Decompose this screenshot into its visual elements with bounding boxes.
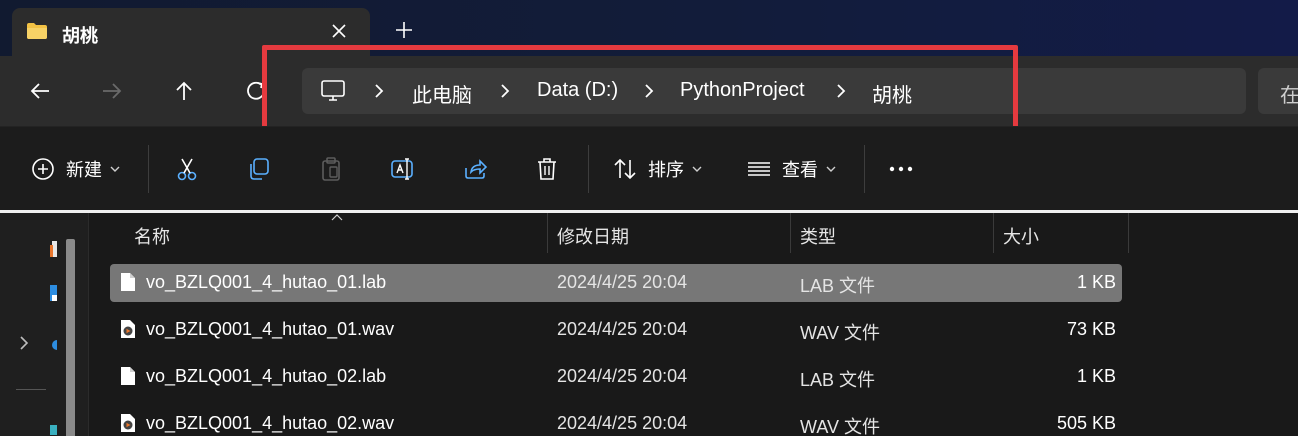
column-header-size[interactable]: 大小 [1003,223,1039,249]
nav-item-icon[interactable] [50,337,57,353]
breadcrumb-current[interactable]: 胡桃 [872,79,912,108]
chevron-right-icon[interactable] [642,82,656,100]
file-size: 1 KB [1076,272,1116,292]
rename-button[interactable] [390,155,416,183]
column-header-date[interactable]: 修改日期 [557,223,629,249]
file-name: vo_BZLQ001_4_hutao_02.wav [146,413,395,433]
file-date: 2024/4/25 20:04 [557,319,688,339]
folder-icon [27,23,47,39]
audio-file-icon [121,320,135,338]
view-button[interactable]: 查看 [746,155,836,183]
tab-current-folder[interactable]: 胡桃 [12,8,370,60]
paste-button[interactable] [318,155,344,183]
column-divider[interactable] [790,213,791,253]
chevron-down-icon [110,166,120,172]
column-divider[interactable] [547,213,548,253]
scissors-icon [177,158,197,181]
computer-icon[interactable] [320,79,346,103]
sort-label: 排序 [648,160,684,180]
more-dots-icon [889,166,913,172]
share-icon [465,159,488,179]
navigation-bar: 此电脑 Data (D:) PythonProject 胡桃 在 [0,56,1298,126]
chevron-right-icon[interactable] [834,82,848,100]
file-icon [121,273,135,291]
pane-divider[interactable] [88,213,89,436]
navigation-pane [0,213,88,436]
refresh-icon[interactable] [244,79,268,103]
copy-button[interactable] [246,155,272,183]
view-label: 查看 [782,160,818,180]
file-row[interactable]: vo_BZLQ001_4_hutao_02.wav 2024/4/25 20:0… [110,405,1122,436]
close-icon[interactable] [330,22,348,40]
column-header-type[interactable]: 类型 [800,223,836,249]
file-name: vo_BZLQ001_4_hutao_01.wav [146,319,395,339]
more-options-button[interactable] [888,155,914,183]
breadcrumb-drive[interactable]: Data (D:) [537,79,618,102]
column-divider[interactable] [993,213,994,253]
file-type: WAV 文件 [800,323,880,343]
file-name: vo_BZLQ001_4_hutao_01.lab [146,272,387,292]
toolbar-divider [148,145,149,193]
toolbar-divider [588,145,589,193]
nav-scrollbar[interactable] [66,239,75,436]
nav-item-icon[interactable] [50,423,57,436]
title-bar: 胡桃 [0,0,1298,60]
search-placeholder: 在 [1280,85,1298,107]
chevron-down-icon [826,166,836,172]
list-view-icon [748,162,770,176]
breadcrumb-this-pc[interactable]: 此电脑 [412,79,472,108]
file-size: 1 KB [1076,366,1116,386]
clipboard-icon [322,157,340,181]
toolbar-divider [864,145,865,193]
file-icon [121,367,135,385]
up-arrow-icon[interactable] [172,79,196,103]
forward-arrow-icon[interactable] [100,79,124,103]
add-circle-icon [32,158,54,180]
nav-item-icon[interactable] [50,241,57,257]
breadcrumb-project[interactable]: PythonProject [680,79,805,102]
file-size: 505 KB [1056,413,1116,433]
nav-item-icon[interactable] [50,285,57,301]
file-size: 73 KB [1066,319,1116,339]
sort-icon [614,158,636,180]
tab-title: 胡桃 [62,26,98,46]
file-date: 2024/4/25 20:04 [557,366,688,386]
audio-file-icon [121,414,135,432]
file-name: vo_BZLQ001_4_hutao_02.lab [146,366,387,386]
file-date: 2024/4/25 20:04 [557,413,688,433]
rename-icon [391,158,413,180]
sort-ascending-icon [331,214,343,221]
file-type: LAB 文件 [800,276,876,296]
file-row[interactable]: vo_BZLQ001_4_hutao_01.lab 2024/4/25 20:0… [110,264,1122,302]
chevron-down-icon [692,166,702,172]
sort-button[interactable]: 排序 [612,155,702,183]
search-input[interactable]: 在 [1258,68,1298,114]
file-type: WAV 文件 [800,417,880,436]
copy-icon [250,158,269,180]
file-row[interactable]: vo_BZLQ001_4_hutao_02.lab 2024/4/25 20:0… [110,358,1122,396]
address-bar[interactable]: 此电脑 Data (D:) PythonProject 胡桃 [302,68,1246,114]
file-type: LAB 文件 [800,370,876,390]
back-arrow-icon[interactable] [28,79,52,103]
nav-divider [16,389,46,390]
chevron-right-icon[interactable] [18,335,30,351]
new-button[interactable]: 新建 [30,155,120,183]
new-tab-icon[interactable] [394,20,414,40]
file-date: 2024/4/25 20:04 [557,272,688,292]
chevron-right-icon[interactable] [498,82,512,100]
new-label: 新建 [66,160,102,180]
column-divider[interactable] [1128,213,1129,253]
delete-button[interactable] [534,155,560,183]
file-row[interactable]: vo_BZLQ001_4_hutao_01.wav 2024/4/25 20:0… [110,311,1122,349]
command-bar: 新建 排序 查看 [0,126,1298,210]
chevron-right-icon[interactable] [372,82,386,100]
share-button[interactable] [462,155,488,183]
content-area: 名称 修改日期 类型 大小 vo_BZLQ001_4_hutao_01.lab … [0,213,1298,436]
cut-button[interactable] [174,155,200,183]
trash-icon [538,158,556,180]
column-header-name[interactable]: 名称 [134,223,170,249]
